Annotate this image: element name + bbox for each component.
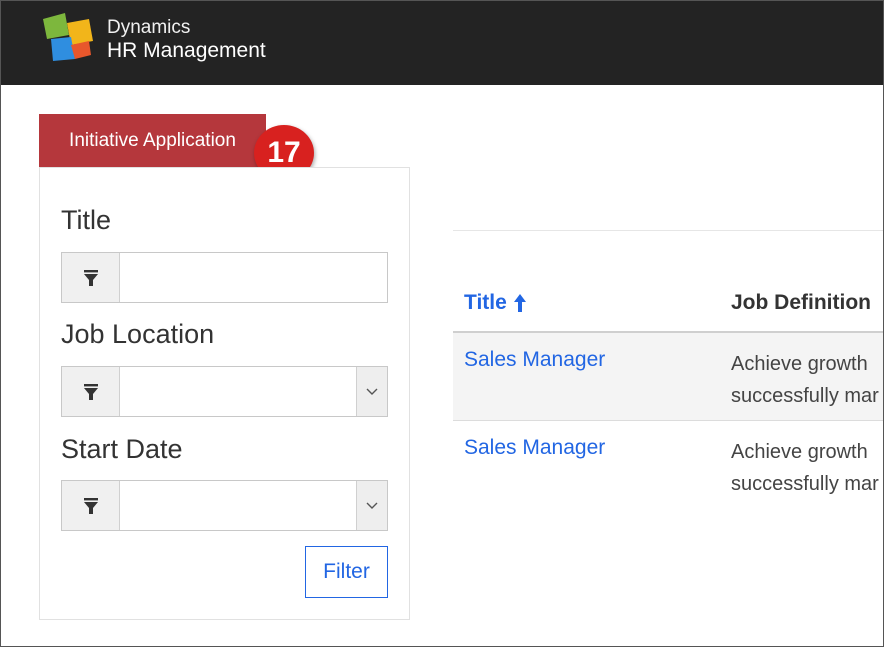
brand-title[interactable]: Dynamics HR Management — [107, 17, 266, 63]
title-filter-input[interactable] — [61, 252, 388, 303]
arrow-up-icon — [513, 294, 526, 312]
job-definition-line: successfully mar — [731, 385, 879, 407]
job-definition-line: Achieve growth — [731, 353, 868, 375]
row-title-link[interactable]: Sales Manager — [464, 436, 605, 460]
funnel-icon[interactable] — [62, 481, 120, 530]
table-row: Sales Manager Achieve growth successfull… — [453, 333, 883, 421]
column-header-title-label: Title — [464, 291, 507, 314]
results-divider — [453, 230, 883, 231]
chevron-down-icon[interactable] — [356, 367, 387, 416]
table-row: Sales Manager Achieve growth successfull… — [453, 421, 883, 509]
column-header-job-definition[interactable]: Job Definition — [731, 291, 871, 315]
row-job-definition: Achieve growth successfully mar — [731, 436, 883, 500]
column-header-title[interactable]: Title — [464, 291, 527, 315]
start-date-select[interactable] — [61, 480, 388, 531]
tab-label: Initiative Application — [69, 129, 236, 151]
chevron-down-icon[interactable] — [356, 481, 387, 530]
filter-button[interactable]: Filter — [305, 546, 388, 598]
brand-line-hr-management: HR Management — [107, 38, 266, 62]
title-filter-label: Title — [61, 205, 112, 235]
dynamics-logo-icon — [43, 13, 93, 61]
start-date-filter-label: Start Date — [61, 434, 183, 464]
row-job-definition: Achieve growth successfully mar — [731, 348, 883, 412]
tab-initiative-application[interactable]: Initiative Application — [39, 114, 266, 167]
job-definition-line: successfully mar — [731, 473, 879, 495]
job-definition-line: Achieve growth — [731, 441, 868, 463]
job-location-filter-label: Job Location — [61, 319, 215, 349]
funnel-icon[interactable] — [62, 367, 120, 416]
funnel-icon[interactable] — [62, 253, 120, 302]
app-header: Dynamics HR Management — [1, 1, 883, 85]
row-title-link[interactable]: Sales Manager — [464, 348, 605, 372]
brand-line-dynamics: Dynamics — [107, 17, 191, 38]
job-location-select[interactable] — [61, 366, 388, 417]
